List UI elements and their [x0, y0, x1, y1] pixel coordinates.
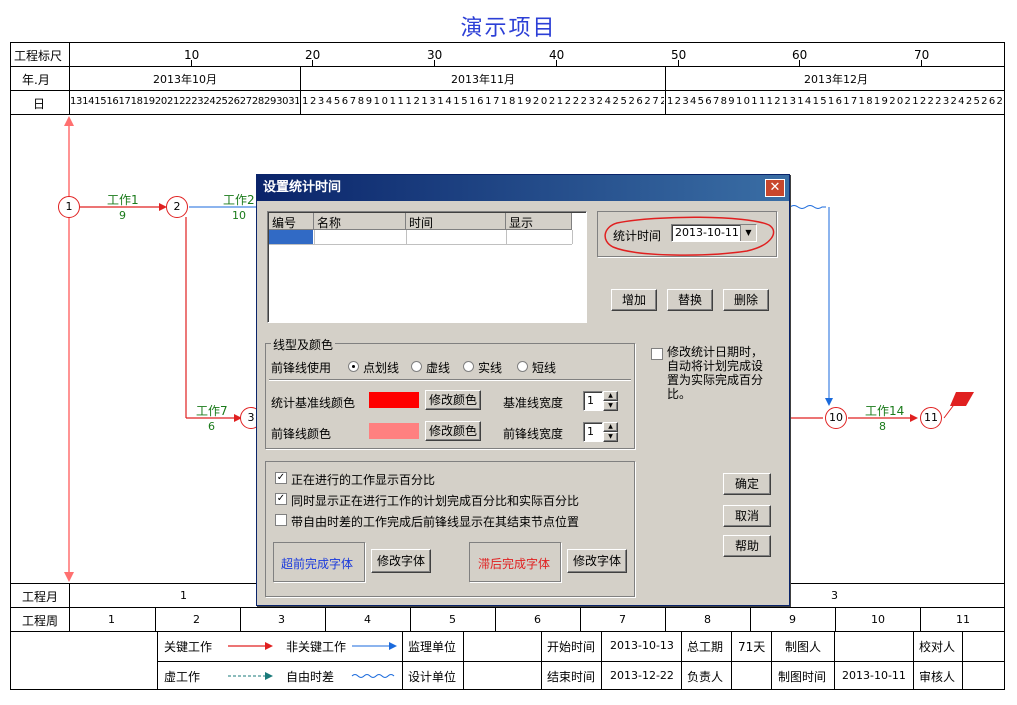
dialog-titlebar[interactable]: 设置统计时间 [257, 175, 789, 201]
replace-button[interactable]: 替换 [667, 289, 713, 311]
ok-button[interactable]: 确定 [723, 473, 771, 495]
set-stat-time-dialog: 设置统计时间 ✕ 编号 名称 时间 显示 统计时间 2013-10-11 ▼ 增… [256, 174, 790, 606]
help-button[interactable]: 帮助 [723, 535, 771, 557]
table-row-selected[interactable] [269, 230, 313, 244]
radio-label: 短线 [532, 361, 557, 375]
radio-dashed[interactable] [411, 361, 422, 372]
highlight-ellipse [604, 216, 775, 256]
column-header[interactable]: 显示 [509, 214, 533, 231]
radio-label: 虚线 [426, 361, 451, 375]
behind-font-label: 滞后完成字体 [478, 557, 551, 571]
add-button[interactable]: 增加 [611, 289, 657, 311]
close-icon: ✕ [769, 180, 781, 195]
show-both-percent-checkbox[interactable]: ✓ [275, 493, 287, 505]
frontline-use-label: 前锋线使用 [271, 361, 332, 375]
modify-behind-font-button[interactable]: 修改字体 [567, 549, 627, 573]
spin-up-icon[interactable]: ▲ [603, 391, 618, 401]
modify-front-color-button[interactable]: 修改颜色 [425, 421, 481, 441]
float-end-checkbox[interactable] [275, 514, 287, 526]
column-header[interactable]: 名称 [317, 214, 341, 231]
base-color-label: 统计基准线颜色 [271, 396, 356, 410]
supervisor-label: 监理单位 [408, 640, 457, 654]
radio-solid[interactable] [463, 361, 474, 372]
radio-short[interactable] [517, 361, 528, 372]
line-type-group-label: 线型及颜色 [271, 336, 336, 353]
show-percent-label: 正在进行的工作显示百分比 [291, 473, 436, 487]
total-label: 总工期 [687, 640, 724, 654]
draw-time-label: 制图时间 [778, 670, 827, 684]
radio-dashdot[interactable] [348, 361, 359, 372]
ahead-font-label: 超前完成字体 [281, 557, 354, 571]
spin-down-icon[interactable]: ▼ [603, 432, 618, 442]
float-end-label: 带自由时差的工作完成后前锋线显示在其结束节点位置 [291, 515, 580, 529]
start-label: 开始时间 [547, 640, 596, 654]
base-width-value: 1 [587, 394, 594, 407]
spin-up-icon[interactable]: ▲ [603, 422, 618, 432]
designer-label: 设计单位 [408, 670, 457, 684]
close-button[interactable]: ✕ [765, 179, 785, 197]
front-width-label: 前锋线宽度 [503, 427, 564, 441]
start-value: 2013-10-13 [610, 639, 674, 652]
cancel-button[interactable]: 取消 [723, 505, 771, 527]
end-value: 2013-12-22 [610, 669, 674, 682]
spin-down-icon[interactable]: ▼ [603, 401, 618, 411]
radio-label: 点划线 [363, 361, 400, 375]
stat-list-table[interactable]: 编号 名称 时间 显示 [267, 211, 587, 323]
total-value: 71天 [738, 640, 766, 654]
draw-time-value: 2013-10-11 [842, 669, 906, 682]
column-header[interactable]: 时间 [409, 214, 433, 231]
base-color-swatch [369, 392, 419, 408]
column-header[interactable]: 编号 [272, 214, 296, 231]
base-width-label: 基准线宽度 [503, 396, 564, 410]
auto-set-checkbox[interactable] [651, 348, 663, 360]
dialog-title: 设置统计时间 [263, 180, 342, 195]
delete-button[interactable]: 删除 [723, 289, 769, 311]
base-width-input[interactable]: 1 [583, 391, 603, 411]
checker-label: 校对人 [919, 640, 956, 654]
auto-set-label: 修改统计日期时，自动将计划完成设置为实际完成百分比。 [667, 345, 764, 401]
modify-base-color-button[interactable]: 修改颜色 [425, 390, 481, 410]
end-label: 结束时间 [547, 670, 596, 684]
owner-label: 负责人 [687, 670, 724, 684]
front-width-input[interactable]: 1 [583, 422, 603, 442]
front-color-label: 前锋线颜色 [271, 427, 332, 441]
radio-label: 实线 [478, 361, 503, 375]
show-both-percent-label: 同时显示正在进行工作的计划完成百分比和实际百分比 [291, 494, 580, 508]
front-width-value: 1 [587, 425, 594, 438]
modify-ahead-font-button[interactable]: 修改字体 [371, 549, 431, 573]
show-percent-checkbox[interactable]: ✓ [275, 472, 287, 484]
front-color-swatch [369, 423, 419, 439]
drawer-label: 制图人 [785, 640, 822, 654]
reviewer-label: 审核人 [919, 670, 956, 684]
